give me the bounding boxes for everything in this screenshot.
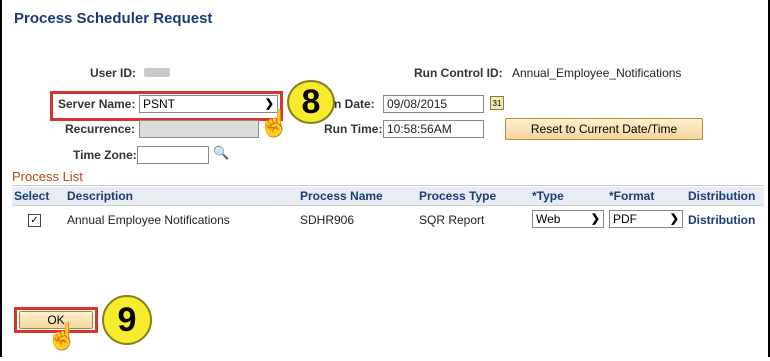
column-header-type: *Type <box>532 189 564 203</box>
page-title: Process Scheduler Request <box>14 10 213 27</box>
row-process-name: SDHR906 <box>300 213 355 227</box>
type-value: Web <box>536 212 561 226</box>
run-control-id-label: Run Control ID: <box>414 66 503 80</box>
user-id-label: User ID: <box>90 66 137 80</box>
column-header-format: *Format <box>609 189 655 203</box>
time-zone-input[interactable] <box>137 146 209 164</box>
run-control-id-value: Annual_Employee_Notifications <box>512 66 682 80</box>
select-checkbox[interactable]: ✓ <box>28 214 41 227</box>
step-callout-9: 9 <box>102 295 152 345</box>
column-header-process-name: Process Name <box>300 189 383 203</box>
chevron-down-icon: ❯ <box>590 213 600 225</box>
column-header-process-type: Process Type <box>419 189 497 203</box>
run-time-input[interactable]: 10:58:56AM <box>383 120 484 138</box>
recurrence-select[interactable] <box>139 120 259 138</box>
server-name-label: Server Name: <box>58 97 136 111</box>
chevron-down-icon: ❯ <box>669 213 679 225</box>
section-divider <box>12 185 764 186</box>
server-name-value: PSNT <box>143 97 176 111</box>
row-separator <box>12 205 764 206</box>
recurrence-label: Recurrence: <box>65 122 136 136</box>
row-description: Annual Employee Notifications <box>67 213 230 227</box>
user-id-value-redacted <box>144 68 170 77</box>
hand-pointer-icon: ☝ <box>46 321 79 351</box>
distribution-link[interactable]: Distribution <box>688 213 755 227</box>
search-icon[interactable]: 🔍 <box>213 145 229 161</box>
row-process-type: SQR Report <box>419 213 485 227</box>
run-date-input[interactable]: 09/08/2015 <box>383 95 484 113</box>
run-date-label: n Date: <box>334 97 375 111</box>
column-header-select: Select <box>14 189 50 203</box>
hand-pointer-icon: ☝ <box>258 108 291 138</box>
format-select[interactable]: PDF ❯ <box>609 210 683 228</box>
process-list-heading: Process List <box>12 169 83 184</box>
step-callout-8: 8 <box>287 80 335 124</box>
calendar-icon[interactable]: 31 <box>490 96 504 110</box>
format-value: PDF <box>613 212 637 226</box>
type-select[interactable]: Web ❯ <box>532 210 604 228</box>
reset-date-time-button[interactable]: Reset to Current Date/Time <box>505 118 703 140</box>
column-header-description: Description <box>67 189 134 203</box>
time-zone-label: Time Zone: <box>73 148 137 162</box>
column-header-distribution: Distribution <box>688 189 756 203</box>
run-time-label: Run Time: <box>324 122 383 136</box>
